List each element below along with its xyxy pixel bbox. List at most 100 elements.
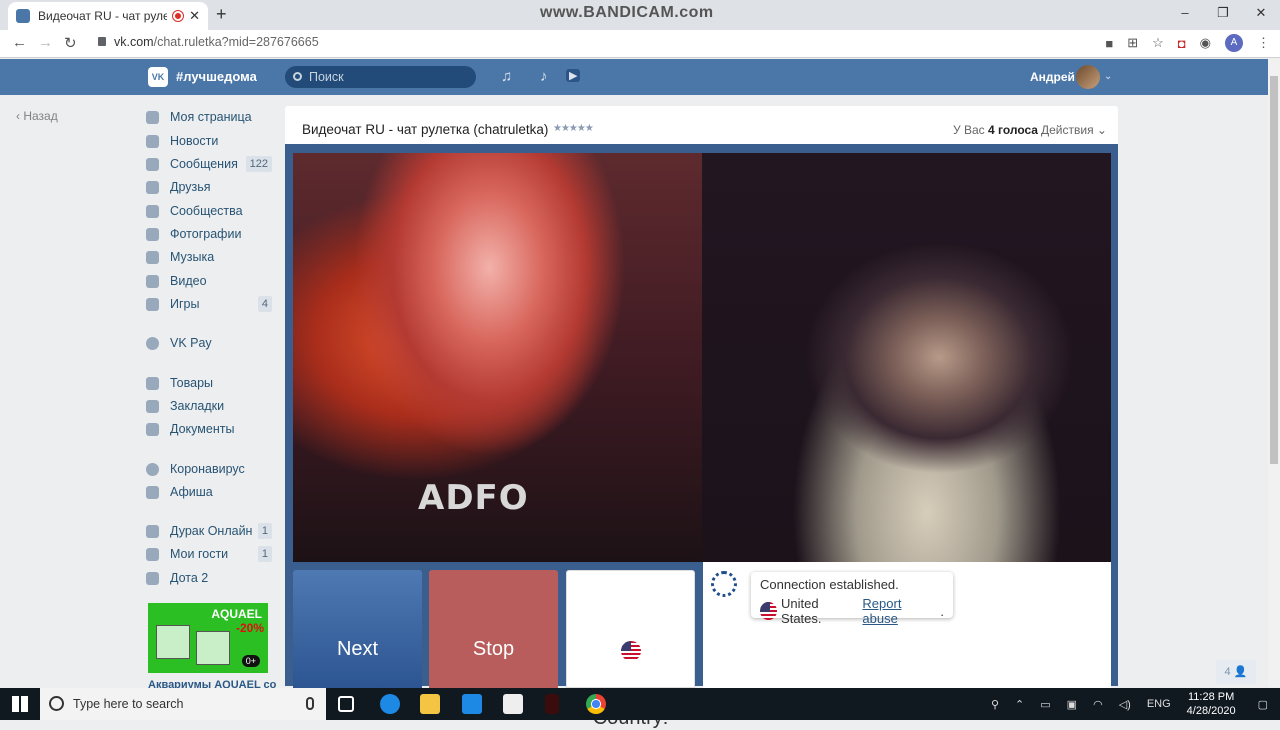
sidebar-item-my-guests[interactable]: Мои гости 1 bbox=[146, 543, 272, 565]
player-play-icon[interactable]: ▶ bbox=[566, 69, 581, 82]
stop-button[interactable]: Stop bbox=[429, 570, 558, 688]
account-avatar[interactable]: A bbox=[1225, 34, 1243, 52]
sidebar-item-my-page[interactable]: Моя страница bbox=[146, 106, 272, 128]
cortana-icon bbox=[49, 696, 64, 711]
battery-icon[interactable]: ▭ bbox=[1040, 698, 1050, 711]
scrollbar-thumb[interactable] bbox=[1270, 76, 1278, 464]
shirt-print-text: ADFO bbox=[418, 478, 529, 518]
star-bookmark-icon[interactable]: ☆ bbox=[1152, 35, 1164, 51]
back-arrow-icon[interactable]: ← bbox=[12, 34, 27, 51]
task-view-icon[interactable] bbox=[338, 696, 354, 712]
address-bar[interactable]: vk.com/chat.ruletka?mid=287676665 bbox=[98, 35, 319, 49]
file-explorer-icon[interactable] bbox=[420, 694, 440, 714]
vk-brand-hashtag[interactable]: #лучшедома bbox=[176, 69, 257, 84]
sidebar-item-label: Игры bbox=[170, 297, 200, 311]
people-icon[interactable]: ⚲ bbox=[991, 698, 999, 711]
camera-icon[interactable]: ■ bbox=[1105, 36, 1113, 51]
bandicam-icon[interactable] bbox=[545, 694, 559, 714]
sidebar-item-label: Коронавирус bbox=[170, 462, 245, 476]
translate-icon[interactable]: ⊞ bbox=[1127, 35, 1138, 51]
back-label: Назад bbox=[23, 109, 58, 123]
wifi-icon[interactable]: ◠ bbox=[1093, 698, 1103, 711]
system-tray: ⚲ ⌃ ▭ ▣ ◠ ◁) ENG 11:28 PM 4/28/2020 ▢ bbox=[983, 688, 1280, 720]
country-button[interactable]: Country: bbox=[566, 570, 695, 729]
store-icon[interactable] bbox=[503, 694, 523, 714]
back-link[interactable]: ‹ Назад bbox=[16, 109, 58, 123]
windows-start-icon[interactable] bbox=[12, 696, 28, 712]
aquarium-image bbox=[156, 625, 190, 659]
bell-icon[interactable]: ♫ bbox=[501, 68, 512, 85]
sidebar-item-news[interactable]: Новости bbox=[146, 130, 272, 152]
sidebar-item-games[interactable]: Игры 4 bbox=[146, 293, 272, 315]
microphone-icon[interactable] bbox=[306, 697, 314, 710]
sidebar-item-photos[interactable]: Фотографии bbox=[146, 223, 272, 245]
news-icon bbox=[146, 134, 159, 148]
votes-count: 4 голоса bbox=[987, 123, 1038, 137]
chrome-icon[interactable] bbox=[586, 694, 606, 714]
afisha-icon bbox=[146, 485, 159, 499]
sidebar-item-vkpay[interactable]: VK Pay bbox=[146, 332, 272, 354]
sidebar-item-documents[interactable]: Документы bbox=[146, 418, 272, 440]
close-window-button[interactable]: ✕ bbox=[1242, 0, 1280, 26]
chevron-down-icon[interactable]: ⌄ bbox=[1104, 71, 1112, 82]
tab-close-button[interactable]: ✕ bbox=[189, 8, 200, 24]
sidebar-item-afisha[interactable]: Афиша bbox=[146, 481, 272, 503]
mail-icon[interactable] bbox=[462, 694, 482, 714]
sidebar-item-coronavirus[interactable]: Коронавирус bbox=[146, 458, 272, 480]
partner-video bbox=[702, 153, 1111, 562]
next-button[interactable]: Next bbox=[293, 570, 422, 688]
notifications-icon[interactable]: ▢ bbox=[1258, 698, 1268, 711]
clock[interactable]: 11:28 PM 4/28/2020 bbox=[1187, 690, 1236, 718]
votes-prefix: У Вас bbox=[953, 123, 988, 137]
new-tab-button[interactable]: + bbox=[216, 4, 227, 25]
monitor-icon[interactable]: ▣ bbox=[1067, 698, 1077, 711]
ad-banner[interactable]: AQUAEL -20% 0+ bbox=[148, 603, 268, 673]
sidebar-item-goods[interactable]: Товары bbox=[146, 372, 272, 394]
chevron-up-icon[interactable]: ⌃ bbox=[1015, 698, 1024, 711]
edge-icon[interactable] bbox=[380, 694, 400, 714]
sidebar-item-friends[interactable]: Друзья bbox=[146, 176, 272, 198]
sidebar-item-dota2[interactable]: Дота 2 bbox=[146, 567, 272, 589]
extension-badge-icon[interactable]: ◉ bbox=[1200, 35, 1211, 51]
sidebar-item-label: Дурак Онлайн bbox=[170, 524, 253, 538]
report-abuse-link[interactable]: Report abuse bbox=[862, 596, 936, 626]
music-icon[interactable]: ♪ bbox=[540, 68, 548, 85]
sidebar-item-label: Закладки bbox=[170, 399, 225, 413]
sidebar-item-label: Моя страница bbox=[170, 110, 252, 124]
reload-icon[interactable]: ↻ bbox=[64, 34, 77, 52]
sidebar-item-bookmarks[interactable]: Закладки bbox=[146, 395, 272, 417]
vkpay-icon bbox=[146, 336, 159, 350]
messages-count-badge: 122 bbox=[245, 156, 272, 172]
sidebar-item-label: Товары bbox=[170, 376, 213, 390]
sidebar-item-video[interactable]: Видео bbox=[146, 270, 272, 292]
sidebar-item-label: Новости bbox=[170, 134, 219, 148]
volume-icon[interactable]: ◁) bbox=[1119, 698, 1131, 711]
online-users-badge[interactable]: 4 👤 bbox=[1216, 660, 1256, 684]
language-indicator[interactable]: ENG bbox=[1147, 698, 1171, 710]
maximize-button[interactable]: ❐ bbox=[1204, 0, 1242, 26]
sidebar-item-durak-online[interactable]: Дурак Онлайн 1 bbox=[146, 520, 272, 542]
user-name[interactable]: Андрей bbox=[1030, 70, 1075, 84]
sidebar-item-communities[interactable]: Сообщества bbox=[146, 200, 272, 222]
menu-dots-icon[interactable]: ⋮ bbox=[1257, 35, 1270, 51]
taskbar-search-input[interactable]: Type here to search bbox=[40, 688, 326, 720]
tab-title: Видеочат RU - чат рулетка ( bbox=[38, 9, 168, 23]
browser-tab[interactable]: Видеочат RU - чат рулетка ( ✕ bbox=[8, 2, 208, 30]
next-label: Next bbox=[336, 638, 379, 660]
sidebar-item-music[interactable]: Музыка bbox=[146, 246, 272, 268]
pocket-extension-icon[interactable]: ◘ bbox=[1178, 36, 1186, 51]
vk-logo[interactable]: VK bbox=[148, 67, 168, 87]
sidebar-item-label: Сообщения bbox=[170, 157, 238, 171]
minimize-button[interactable]: – bbox=[1166, 0, 1204, 26]
forward-arrow-icon[interactable]: → bbox=[38, 34, 53, 51]
taskbar-search-placeholder: Type here to search bbox=[73, 697, 184, 711]
user-avatar[interactable] bbox=[1076, 65, 1100, 89]
vk-header: VK #лучшедома Поиск ♫ ♪ ▶ Андрей ⌄ bbox=[0, 59, 1268, 95]
search-placeholder: Поиск bbox=[309, 70, 344, 84]
durak-count-badge: 1 bbox=[257, 523, 272, 539]
vk-search-input[interactable]: Поиск bbox=[285, 66, 476, 88]
actions-dropdown[interactable]: Действия ⌄ bbox=[1041, 123, 1107, 137]
recording-icon bbox=[173, 11, 184, 21]
sidebar-item-messages[interactable]: Сообщения 122 bbox=[146, 153, 272, 175]
us-flag-icon bbox=[760, 602, 778, 620]
